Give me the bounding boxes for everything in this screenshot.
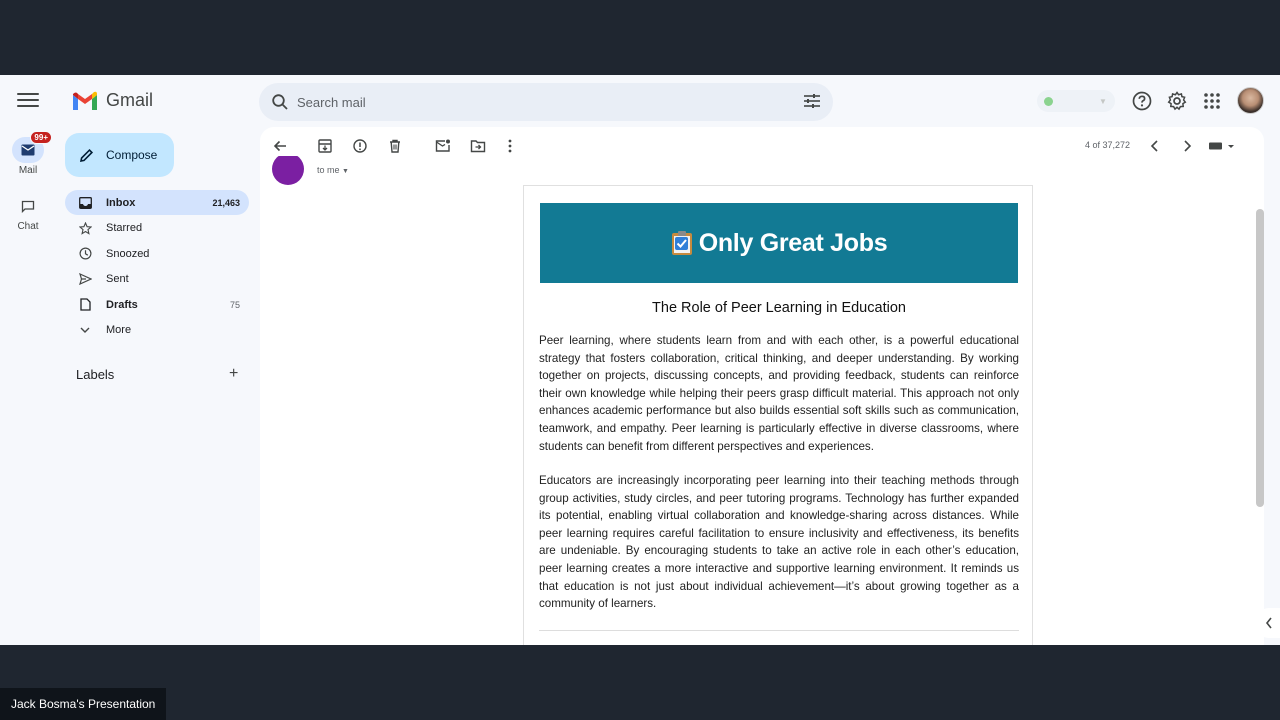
gmail-logo[interactable]: Gmail [72, 90, 153, 111]
message-toolbar: 4 of 37,272 [260, 127, 1264, 163]
sender-avatar[interactable] [272, 156, 304, 185]
main-menu-icon[interactable] [17, 93, 39, 109]
rail-mail[interactable]: 99+ Mail [4, 131, 52, 176]
recipient-label: to me [317, 165, 340, 175]
more-options-icon[interactable] [502, 138, 518, 154]
nav-item-drafts[interactable]: Drafts 75 [65, 292, 249, 317]
gmail-wordmark: Gmail [106, 90, 154, 110]
trash-icon[interactable] [387, 138, 403, 154]
status-selector[interactable]: ▼ [1037, 90, 1115, 112]
search-bar[interactable] [259, 83, 833, 121]
nav-item-count: 75 [229, 299, 240, 310]
nav-item-count: 21,463 [212, 197, 240, 208]
recipient-details[interactable]: to me ▼ [317, 165, 349, 175]
compose-button[interactable]: Compose [65, 133, 174, 177]
labels-heading: Labels [76, 367, 115, 382]
older-chevron-right-icon[interactable] [1179, 138, 1195, 154]
gmail-window: 99+ Mail Chat Gmail ▼ [0, 75, 1280, 645]
nav-item-label: Snoozed [106, 247, 150, 260]
banner-title: Only Great Jobs [698, 228, 888, 257]
search-icon[interactable] [271, 93, 289, 111]
scrollbar-thumb[interactable] [1256, 209, 1264, 507]
account-avatar[interactable] [1237, 87, 1264, 114]
pencil-icon [79, 148, 94, 162]
app-rail: 99+ Mail Chat [0, 75, 56, 645]
rail-mail-label: Mail [18, 165, 38, 176]
message-position: 4 of 37,272 [1085, 140, 1131, 150]
rail-chat[interactable]: Chat [4, 193, 52, 232]
gmail-m-icon [73, 91, 97, 110]
chevron-down-icon: ▼ [1099, 96, 1107, 106]
caret-down-icon: ▼ [342, 168, 349, 175]
nav-item-label: Starred [106, 222, 143, 234]
mail-icon: 99+ [12, 131, 52, 163]
search-options-icon[interactable] [803, 93, 821, 109]
archive-icon[interactable] [317, 138, 333, 154]
nav-item-more[interactable]: More [65, 318, 249, 343]
mark-unread-icon[interactable] [435, 138, 451, 154]
clock-icon [78, 247, 92, 261]
compose-label: Compose [106, 148, 158, 162]
back-arrow-icon[interactable] [272, 138, 288, 154]
send-icon [78, 272, 92, 286]
rail-chat-label: Chat [17, 221, 39, 232]
move-to-icon[interactable] [470, 138, 486, 154]
newsletter-banner[interactable]: Only Great Jobs [540, 203, 1018, 283]
nav-item-label: Sent [106, 273, 129, 285]
apps-grid-icon[interactable] [1201, 90, 1223, 112]
status-dot [1044, 96, 1053, 106]
mail-unread-badge: 99+ [30, 131, 52, 144]
star-icon [78, 221, 92, 235]
inbox-icon [78, 196, 92, 210]
chat-icon [12, 193, 44, 219]
email-body: Only Great Jobs The Role of Peer Learnin… [523, 185, 1033, 645]
nav-item-sent[interactable]: Sent [65, 267, 249, 292]
divider [539, 630, 1019, 631]
article-title: The Role of Peer Learning in Education [652, 300, 906, 316]
side-panel-toggle[interactable] [1257, 608, 1280, 638]
search-input[interactable] [297, 94, 777, 110]
chevron-left-icon [1265, 617, 1272, 629]
folder-nav: Inbox 21,463 Starred Snoozed Sent Drafts… [65, 190, 249, 343]
add-label-button[interactable]: + [229, 365, 238, 383]
draft-icon [78, 298, 92, 312]
help-icon[interactable] [1131, 90, 1153, 112]
clipboard-check-icon [671, 231, 692, 255]
article-paragraph: Peer learning, where students learn from… [539, 334, 1019, 453]
nav-item-starred[interactable]: Starred [65, 216, 249, 241]
message-view: 4 of 37,272 to me ▼ Only Great Jobs The … [260, 127, 1264, 645]
nav-item-snoozed[interactable]: Snoozed [65, 241, 249, 266]
nav-item-label: Inbox [106, 196, 136, 209]
article-paragraph: Educators are increasingly incorporating… [539, 474, 1019, 611]
settings-gear-icon[interactable] [1166, 90, 1188, 112]
chevron-down-icon [78, 323, 92, 337]
nav-item-label: Drafts [106, 298, 138, 311]
nav-item-label: More [106, 324, 132, 336]
presentation-label: Jack Bosma's Presentation [0, 688, 167, 720]
input-tools-keyboard-icon[interactable] [1207, 138, 1237, 154]
nav-item-inbox[interactable]: Inbox 21,463 [65, 190, 249, 215]
newer-chevron-left-icon[interactable] [1147, 138, 1163, 154]
report-spam-icon[interactable] [352, 138, 368, 154]
